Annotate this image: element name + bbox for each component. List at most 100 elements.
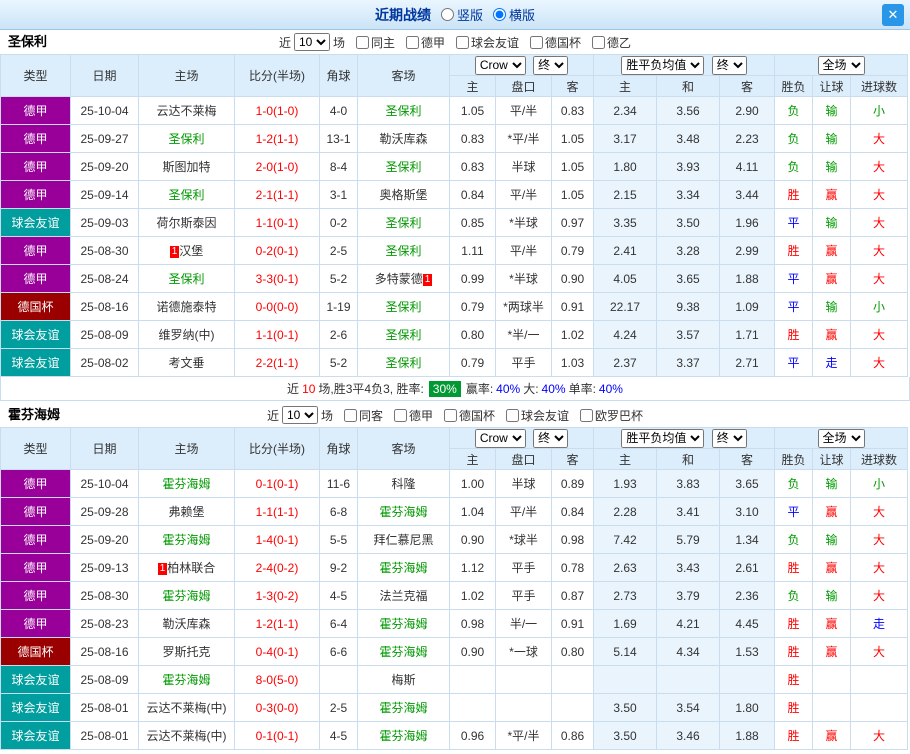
- odds-away: 0.87: [551, 581, 594, 610]
- horizontal-radio[interactable]: [493, 8, 506, 21]
- team-name-text: 奥格斯堡: [379, 188, 428, 202]
- avg-stage-select[interactable]: 终: [711, 428, 747, 448]
- odds-away: 0.80: [551, 637, 594, 666]
- filter-same-venue[interactable]: 同主: [355, 34, 395, 51]
- odds-away: 0.91: [551, 609, 594, 638]
- away-team: 梅斯: [357, 665, 450, 694]
- col-avg-away: 客: [718, 75, 776, 97]
- section-bar: 霍芬海姆 近 10 场 同客 德甲 德国杯 球会友谊 欧罗巴杯: [0, 403, 910, 427]
- filter-same-venue[interactable]: 同客: [343, 407, 383, 424]
- recent-count-select[interactable]: 10: [281, 406, 318, 424]
- page-title: 近期战绩: [374, 6, 431, 23]
- filter-league-3[interactable]: 德国杯: [530, 34, 581, 51]
- competition-type: 德甲: [0, 152, 71, 181]
- match-score: 1-1(0-1): [234, 320, 320, 349]
- same-venue-checkbox[interactable]: [355, 35, 369, 49]
- result-goals: 大: [850, 236, 909, 265]
- league-checkbox[interactable]: [444, 408, 457, 422]
- match-row: 球会友谊 25-08-09 维罗纳(中) 1-1(0-1) 2-6 圣保利 0.80 *半/一…: [0, 320, 909, 349]
- filter-league-4[interactable]: 德乙: [592, 34, 631, 51]
- odds-home: [449, 665, 496, 694]
- result-goals: 走: [850, 609, 909, 638]
- match-score: 1-1(1-1): [234, 497, 320, 526]
- match-date: 25-10-04: [70, 469, 139, 498]
- league-checkbox[interactable]: [405, 35, 419, 49]
- league-checkbox[interactable]: [530, 35, 544, 49]
- matches-table: 类型 日期 主场 比分(半场) 角球 客场 Crow 终 胜平负均值 终 全场: [0, 54, 909, 377]
- avg-home: 4.05: [593, 264, 657, 293]
- odds-home: 1.02: [449, 581, 496, 610]
- col-home: 主场: [138, 54, 235, 97]
- odds-home: 1.04: [449, 497, 496, 526]
- vertical-radio[interactable]: [440, 8, 454, 21]
- col-avg-draw: 和: [656, 75, 720, 97]
- bookmaker-select[interactable]: Crow: [474, 55, 526, 75]
- result-goals: 大: [850, 637, 909, 666]
- corner-score: 8-4: [319, 152, 358, 181]
- odds-stage-select[interactable]: 终: [533, 428, 569, 448]
- close-icon[interactable]: ✕: [882, 4, 904, 26]
- bookmaker-select[interactable]: Crow: [474, 428, 526, 448]
- avg-odds-header: 胜平负均值 终: [592, 427, 776, 449]
- avg-odds-select[interactable]: 胜平负均值: [621, 55, 705, 75]
- competition-type: 球会友谊: [0, 721, 71, 750]
- col-result-handicap: 让球: [812, 75, 852, 97]
- avg-draw: 4.34: [656, 637, 720, 666]
- filter-league-4[interactable]: 欧罗巴杯: [580, 407, 643, 424]
- result-handicap: 赢: [812, 180, 852, 209]
- corner-score: 4-5: [319, 581, 358, 610]
- away-team: 圣保利: [357, 348, 450, 377]
- match-scope-select[interactable]: 全场: [817, 55, 865, 75]
- match-date: 25-09-20: [70, 152, 139, 181]
- same-venue-checkbox[interactable]: [343, 408, 357, 422]
- layout-vertical-option[interactable]: 竖版: [440, 5, 483, 24]
- odds-away: 0.90: [551, 264, 594, 293]
- result-goals: 大: [850, 264, 909, 293]
- filter-league-3[interactable]: 球会友谊: [506, 407, 569, 424]
- result-handicap: 输: [812, 469, 852, 498]
- league-checkbox[interactable]: [506, 408, 520, 422]
- result-wdl: 负: [774, 124, 814, 153]
- away-team: 霍芬海姆: [357, 637, 450, 666]
- odds-away: 0.86: [551, 721, 594, 750]
- layout-horizontal-option[interactable]: 横版: [493, 5, 535, 24]
- league-checkbox[interactable]: [393, 408, 407, 422]
- odds-home: 0.80: [449, 320, 496, 349]
- filter-league-2[interactable]: 德国杯: [444, 407, 495, 424]
- avg-draw: 3.28: [656, 236, 720, 265]
- filter-league-1[interactable]: 德甲: [393, 407, 433, 424]
- corner-score: 6-8: [319, 497, 358, 526]
- match-score: 0-1(0-1): [234, 721, 320, 750]
- league-checkbox[interactable]: [580, 408, 594, 422]
- odds-line: 平/半: [495, 96, 552, 125]
- home-team: 1 柏林联合: [138, 553, 235, 582]
- filter-league-2[interactable]: 球会友谊: [456, 34, 519, 51]
- league-checkbox[interactable]: [456, 35, 469, 49]
- corner-score: 4-0: [319, 96, 358, 125]
- avg-stage-select[interactable]: 终: [711, 55, 747, 75]
- odds-away: 0.98: [551, 525, 594, 554]
- odds-home: 0.79: [449, 292, 496, 321]
- avg-home: 1.69: [593, 609, 657, 638]
- avg-odds-select[interactable]: 胜平负均值: [621, 428, 705, 448]
- summary-stats: 场,胜3平4负3, 胜率:: [318, 382, 424, 396]
- odds-source-header: Crow 终: [449, 427, 594, 449]
- recent-count-select[interactable]: 10: [293, 33, 330, 51]
- odds-line: *两球半: [495, 292, 552, 321]
- avg-away: 2.61: [718, 553, 776, 582]
- filter-league-1[interactable]: 德甲: [405, 34, 445, 51]
- league-checkbox[interactable]: [592, 35, 606, 49]
- odds-away: 0.89: [551, 469, 594, 498]
- team-name-text: 云达不莱梅(中): [146, 729, 227, 743]
- match-scope-select[interactable]: 全场: [817, 428, 865, 448]
- odds-away: 0.78: [551, 553, 594, 582]
- odds-stage-select[interactable]: 终: [533, 55, 569, 75]
- result-handicap: 赢: [812, 264, 852, 293]
- red-card-badge: 1: [422, 274, 433, 286]
- col-result-goals: 进球数: [850, 448, 909, 470]
- team-name-text: 罗斯托克: [162, 645, 211, 659]
- single-rate-label: 单率:: [568, 382, 596, 396]
- col-avg-away: 客: [718, 448, 776, 470]
- match-date: 25-09-20: [70, 525, 139, 554]
- result-wdl: 平: [774, 497, 814, 526]
